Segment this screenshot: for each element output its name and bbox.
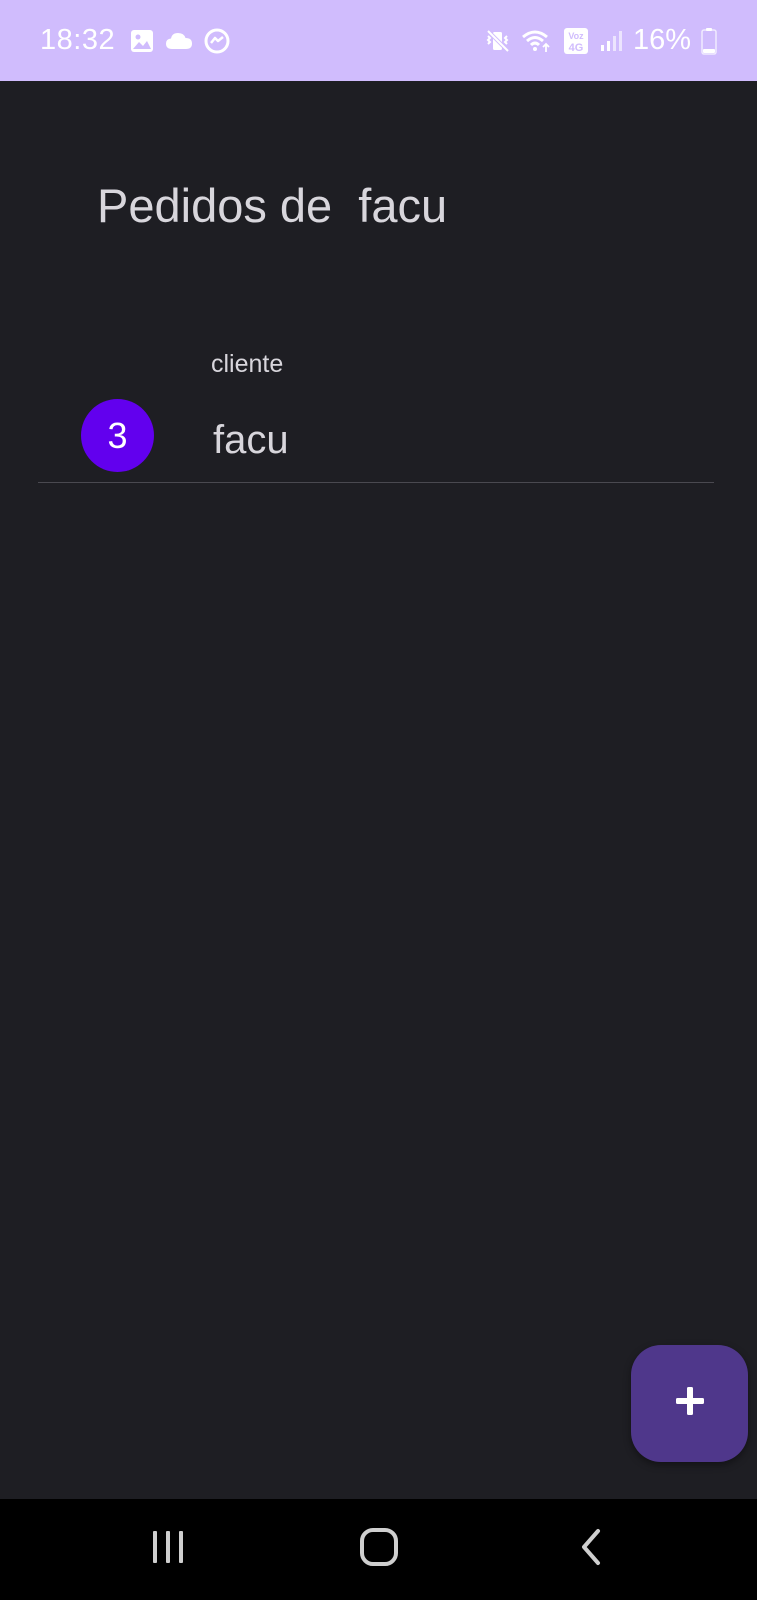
battery-icon	[701, 27, 717, 55]
client-name: facu	[213, 418, 289, 462]
orders-list: 3 cliente facu	[38, 340, 714, 483]
cloud-icon	[165, 30, 193, 52]
recent-apps-icon	[148, 1527, 188, 1572]
status-right: Voz 4G 16%	[485, 24, 717, 57]
svg-text:Voz: Voz	[568, 31, 584, 41]
status-left: 18:32	[40, 24, 231, 57]
back-icon	[576, 1527, 606, 1572]
wifi-icon	[521, 28, 553, 54]
plus-icon	[673, 1384, 707, 1423]
home-icon	[358, 1526, 400, 1573]
item-caption: cliente	[211, 350, 284, 378]
gallery-icon	[129, 28, 155, 54]
recent-apps-button[interactable]	[108, 1499, 228, 1600]
battery-percent: 16%	[632, 24, 691, 56]
svg-text:4G: 4G	[569, 42, 584, 54]
status-bar: 18:32 Voz 4G 16%	[0, 0, 757, 81]
navigation-bar	[0, 1499, 757, 1600]
signal-icon	[599, 29, 623, 53]
status-time: 18:32	[40, 24, 116, 56]
page-title: Pedidos de facu	[97, 179, 448, 232]
vibrate-mute-icon	[485, 28, 511, 54]
order-count-badge: 3	[81, 399, 154, 472]
home-button[interactable]	[319, 1499, 439, 1600]
messenger-icon	[203, 27, 231, 55]
back-button[interactable]	[531, 1499, 651, 1600]
volte-4g-icon: Voz 4G	[563, 27, 589, 55]
list-item[interactable]: 3 cliente facu	[38, 340, 714, 483]
add-order-button[interactable]	[631, 1345, 748, 1462]
